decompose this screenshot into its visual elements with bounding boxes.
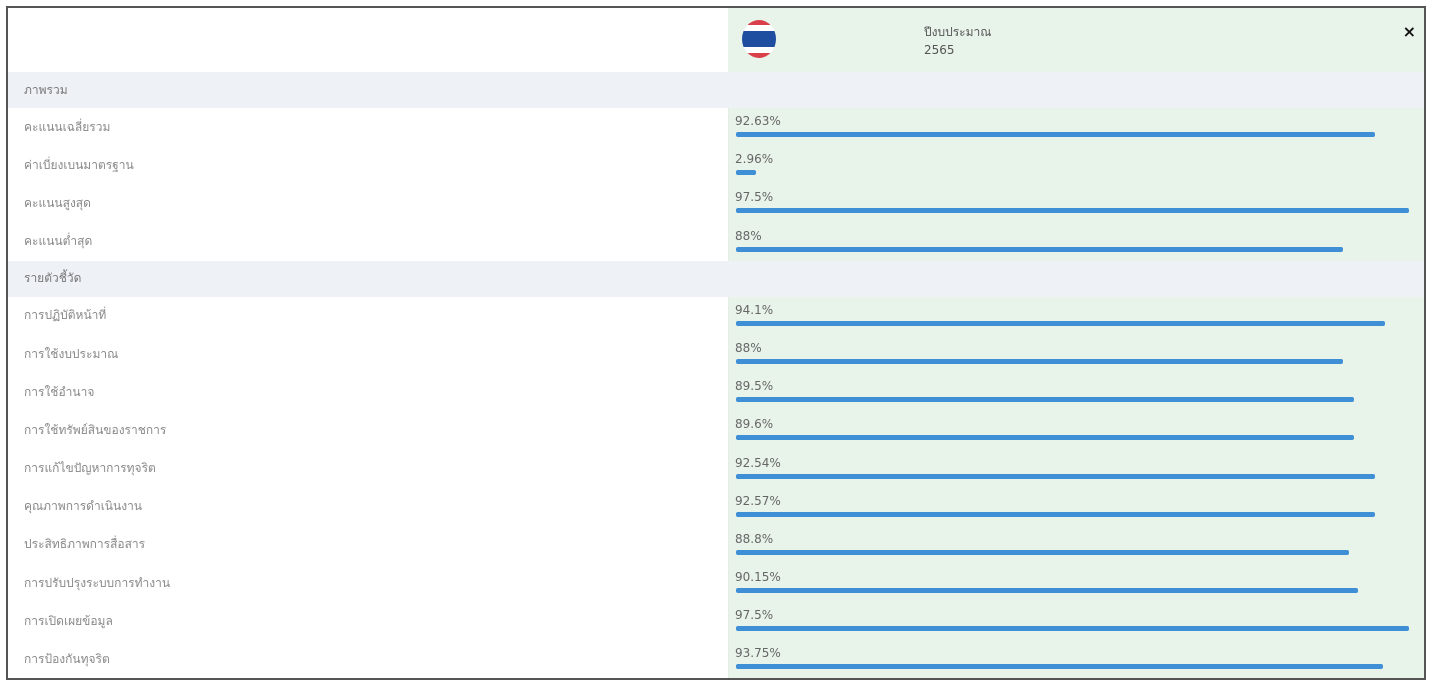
row-value-cell: 89.6% [728,411,1424,450]
row-value-cell: 90.15% [728,564,1424,603]
progress-bar [736,549,1349,555]
progress-bar [736,132,1376,137]
percent-text: 90.15% [735,570,781,585]
row-label: คะแนนต่ำสุด [24,234,93,249]
table-row: การเปิดเผยข้อมูล 97.5% [8,602,1424,641]
row-label: การป้องกันทุจริต [24,652,110,667]
row-label: การใช้อำนาจ [24,384,95,399]
percent-text: 93.75% [735,646,781,661]
percent-text: 2.96% [735,152,774,167]
percent-text: 92.63% [735,114,781,128]
row-value-cell: 2.96% [728,146,1424,185]
row-value-cell: 88.8% [728,525,1424,565]
row-value-cell: 92.57% [728,487,1424,526]
percent-text: 89.6% [735,417,774,432]
table-row: การปฏิบัติหน้าที่ 94.1% [8,296,1424,335]
row-value-cell: 88% [728,222,1424,261]
row-label: คุณภาพการดำเนินงาน [24,499,143,514]
progress-bar [736,664,1383,670]
row-label: การใช้งบประมาณ [24,346,119,361]
table-row: ค่าเบี่ยงเบนมาตรฐาน 2.96% [8,146,1424,185]
table-row: การใช้อำนาจ 89.5% [8,373,1424,412]
table-row: การแก้ไขปัญหาการทุจริต 92.54% [8,449,1424,488]
fiscal-year-value: 2565 [924,43,955,57]
fiscal-year-label: ปีงบประมาณ [924,25,992,39]
percent-text: 92.54% [735,455,781,470]
row-value-cell: 92.63% [728,108,1424,147]
progress-bar [736,435,1355,441]
row-label: คะแนนเฉลี่ยรวม [24,119,111,134]
progress-bar [736,246,1344,252]
table-row: คะแนนเฉลี่ยรวม 92.63% [8,108,1424,147]
percent-text: 92.57% [735,493,781,508]
row-value-cell: 94.1% [728,296,1424,335]
progress-bar [736,320,1386,326]
row-value-cell: 97.5% [728,602,1424,641]
score-table: ภาพรวม คะแนนเฉลี่ยรวม 92.63% ค่าเบี่ยงเบ… [8,72,1424,678]
row-label: การปฏิบัติหน้าที่ [24,308,107,323]
results-panel: ปีงบประมาณ 2565 × ภาพรวม คะแนนเฉลี่ยรวม … [6,6,1426,680]
row-label: การใช้ทรัพย์สินของราชการ [24,422,167,437]
fiscal-year: ปีงบประมาณ 2565 [924,23,991,59]
section-header: ภาพรวม [8,72,1424,108]
progress-bar [736,588,1359,594]
progress-bar [736,511,1375,517]
table-row: คุณภาพการดำเนินงาน 92.57% [8,487,1424,526]
row-label: ค่าเบี่ยงเบนมาตรฐาน [24,157,134,172]
section-header: รายตัวชี้วัด [8,260,1424,297]
row-label: ประสิทธิภาพการสื่อสาร [24,537,146,552]
progress-bar [736,358,1344,364]
percent-text: 88% [735,228,762,243]
table-row: ประสิทธิภาพการสื่อสาร 88.8% [8,525,1424,565]
thai-flag-icon [742,20,776,58]
row-value-cell: 92.54% [728,449,1424,488]
row-value-cell: 88% [728,334,1424,374]
percent-text: 89.5% [735,379,774,394]
close-button[interactable]: × [1403,22,1416,41]
table-row: คะแนนสูงสุด 97.5% [8,184,1424,223]
row-label: การแก้ไขปัญหาการทุจริต [24,461,156,476]
row-label: การเปิดเผยข้อมูล [24,613,113,628]
percent-text: 88% [735,340,762,355]
header-year-cell: ปีงบประมาณ 2565 × [728,8,1424,72]
progress-bar [736,170,757,176]
percent-text: 88.8% [735,531,774,546]
table-row: การป้องกันทุจริต 93.75% [8,640,1424,678]
progress-bar [736,626,1409,632]
row-value-cell: 89.5% [728,373,1424,412]
row-value-cell: 93.75% [728,640,1424,678]
percent-text: 97.5% [735,190,774,205]
row-label: การปรับปรุงระบบการทำงาน [24,575,171,590]
progress-bar [736,473,1375,479]
percent-text: 94.1% [735,302,774,317]
table-row: คะแนนต่ำสุด 88% [8,222,1424,261]
progress-bar [736,397,1354,403]
row-value-cell: 97.5% [728,184,1424,223]
progress-bar [736,208,1409,214]
percent-text: 97.5% [735,608,774,623]
row-label: คะแนนสูงสุด [24,195,91,210]
table-row: การปรับปรุงระบบการทำงาน 90.15% [8,564,1424,603]
panel-header: ปีงบประมาณ 2565 × [8,8,1424,72]
table-row: การใช้งบประมาณ 88% [8,334,1424,374]
table-row: การใช้ทรัพย์สินของราชการ 89.6% [8,411,1424,450]
